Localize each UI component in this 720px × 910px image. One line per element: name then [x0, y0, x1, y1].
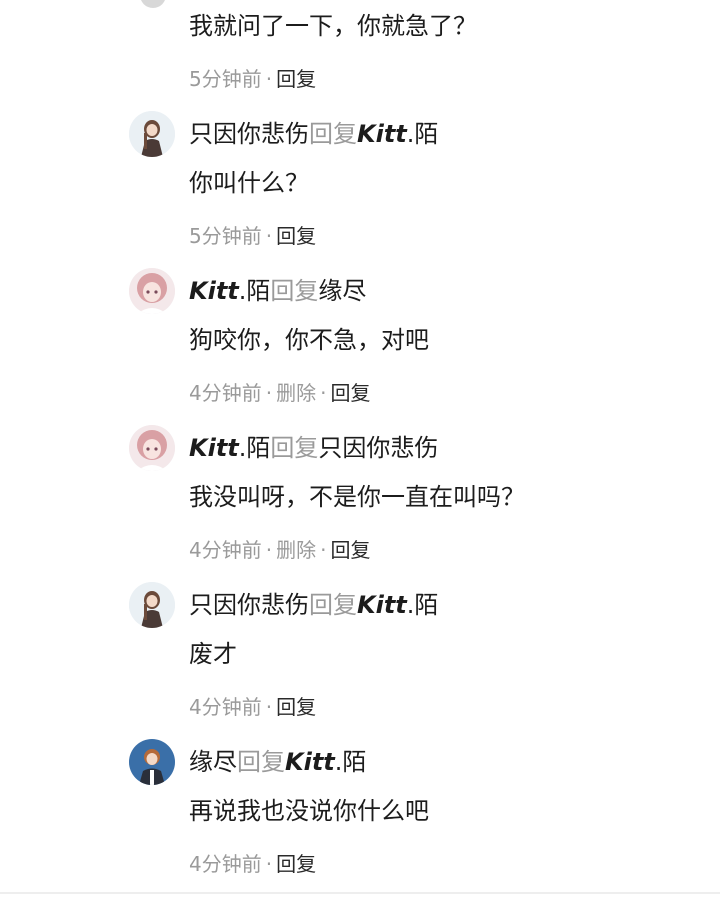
reply-content: 再说我也没说你什么吧: [189, 797, 429, 825]
avatar[interactable]: [129, 739, 175, 785]
target-name-tail: .陌: [406, 120, 439, 148]
target-name[interactable]: Kitt.陌: [357, 120, 438, 148]
reply-item-2: Kitt.陌回复缘尽 狗咬你，你不急，对吧 4分钟前 · 删除 · 回复: [0, 157, 720, 405]
meta-separator: ·: [265, 852, 273, 876]
reply-item-1: 只因你悲伤回复Kitt.陌 你叫什么？ 5分钟前 · 回复: [0, 0, 720, 248]
reply-word: 回复: [309, 591, 357, 619]
target-name[interactable]: 只因你悲伤: [318, 434, 438, 462]
avatar[interactable]: [129, 111, 175, 157]
target-name-latin: Kitt: [285, 748, 335, 776]
avatar[interactable]: [129, 425, 175, 471]
reply-word: 回复: [309, 120, 357, 148]
target-name-latin: Kitt: [357, 591, 407, 619]
reply-word: 回复: [270, 434, 319, 462]
comment-thread: 我就问了一下，你就急了？ 5分钟前 · 回复 只因你悲伤回复Kitt.陌 你叫什么？…: [0, 0, 720, 910]
anime-girl-pink-hair-avatar-icon: [129, 425, 175, 471]
author-name-latin: Kitt: [189, 434, 239, 462]
author-name-latin: Kitt: [189, 277, 239, 305]
target-name[interactable]: 缘尽: [318, 277, 366, 305]
reply-header: 只因你悲伤回复Kitt.陌: [189, 587, 438, 623]
anime-boy-blue-background-avatar-icon: [129, 739, 175, 785]
reply-header: Kitt.陌回复只因你悲伤: [189, 430, 438, 466]
author-name-tail: .陌: [238, 434, 271, 462]
target-name[interactable]: Kitt.陌: [357, 591, 438, 619]
reply-word: 回复: [237, 748, 285, 776]
reply-meta: 4分钟前 · 回复: [189, 849, 316, 879]
reply-word: 回复: [270, 277, 319, 305]
reply-header: 只因你悲伤回复Kitt.陌: [189, 116, 438, 152]
target-name-tail: .陌: [334, 748, 367, 776]
author-name[interactable]: 缘尽: [189, 748, 237, 776]
reply-header: Kitt.陌回复缘尽: [189, 273, 366, 309]
author-name-tail: .陌: [238, 277, 271, 305]
reply-header: 缘尽回复Kitt.陌: [189, 744, 366, 780]
target-name[interactable]: Kitt.陌: [285, 748, 366, 776]
reply-button[interactable]: 回复: [276, 852, 316, 876]
anime-girl-dark-hair-avatar-icon: [129, 582, 175, 628]
avatar[interactable]: [129, 268, 175, 314]
reply-item-3: Kitt.陌回复只因你悲伤 我没叫呀，不是你一直在叫吗？ 4分钟前 · 删除 · 回复: [0, 314, 720, 562]
reply-item-5: 缘尽回复Kitt.陌 再说我也没说你什么吧 4分钟前 · 回复: [0, 628, 720, 876]
author-name[interactable]: 只因你悲伤: [189, 120, 309, 148]
author-name[interactable]: Kitt.陌: [189, 434, 270, 462]
anime-girl-dark-hair-avatar-icon: [129, 111, 175, 157]
reply-time: 4分钟前: [189, 852, 262, 876]
anime-girl-pink-hair-avatar-icon: [129, 268, 175, 314]
target-name-tail: .陌: [406, 591, 439, 619]
avatar[interactable]: [129, 582, 175, 628]
author-name[interactable]: 只因你悲伤: [189, 591, 309, 619]
reply-item-4: 只因你悲伤回复Kitt.陌 废才 4分钟前 · 回复: [0, 471, 720, 719]
author-name[interactable]: Kitt.陌: [189, 277, 270, 305]
target-name-latin: Kitt: [357, 120, 407, 148]
divider: [0, 892, 720, 894]
